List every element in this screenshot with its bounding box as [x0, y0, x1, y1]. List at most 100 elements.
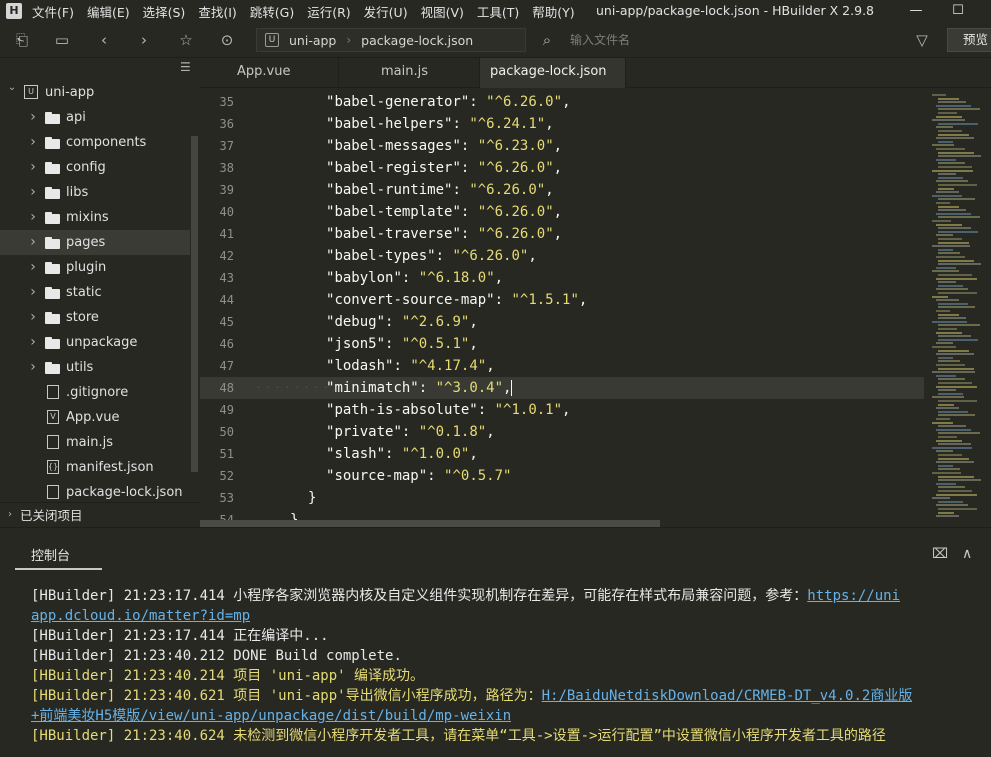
minimap-line — [932, 320, 967, 323]
breadcrumb-file[interactable]: package-lock.json — [361, 33, 473, 48]
log-link[interactable]: app.dcloud.io/matter?id=mp — [31, 608, 250, 624]
line-number: 41 — [219, 227, 234, 241]
minimap-line — [938, 122, 978, 125]
tree-item-api[interactable]: › api — [0, 105, 190, 130]
log-prefix: [HBuilder] 21:23:17.414 — [31, 588, 234, 604]
tree-item-config[interactable]: › config — [0, 155, 190, 180]
tree-item-plugin[interactable]: › plugin — [0, 255, 190, 280]
tree-item-label: main.js — [66, 435, 113, 450]
minimap-line — [938, 508, 977, 510]
tab-main-js[interactable]: main.js — [339, 58, 480, 88]
log-prefix: [HBuilder] 21:23:40.212 — [31, 648, 234, 664]
console-collapse-icon[interactable]: ∧ — [962, 546, 972, 562]
chevron-right-icon: › — [30, 184, 36, 200]
minimap-line — [938, 425, 966, 428]
menu-item[interactable]: 工具(T) — [477, 2, 519, 21]
json-value-text: ^0.1.8 — [427, 424, 478, 440]
closed-projects-section[interactable]: › 已关闭项目 — [0, 502, 200, 526]
log-link[interactable]: +前端美妆H5模版/view/uni-app/unpackage/dist/bu… — [31, 708, 511, 724]
code-text: "json5": "^0.5.1", — [326, 336, 478, 352]
forward-icon[interactable]: › — [134, 30, 154, 50]
folder-icon — [45, 362, 61, 374]
log-link[interactable]: H:/BaiduNetdiskDownload/CRMEB-DT_v4.0.2商… — [542, 688, 913, 704]
tree-item-unpackage[interactable]: › unpackage — [0, 330, 190, 355]
tree-item-main-js[interactable]: main.js — [0, 430, 190, 455]
menu-item[interactable]: 运行(R) — [307, 2, 350, 21]
tree-root-uni-app[interactable]: ⌄ Uuni-app — [0, 80, 190, 105]
log-link[interactable]: https://uni — [807, 588, 900, 604]
minimize-icon[interactable]: — — [904, 1, 928, 21]
line-number: 49 — [219, 403, 234, 417]
chevron-right-icon: › — [30, 309, 36, 325]
run-icon[interactable]: ⊙ — [217, 30, 237, 50]
minimap-line — [936, 482, 956, 485]
folder-icon — [45, 337, 61, 349]
tree-item-package-lock-json[interactable]: package-lock.json — [0, 480, 190, 502]
menu-item[interactable]: 跳转(G) — [250, 2, 294, 21]
maximize-icon[interactable]: ☐ — [946, 1, 970, 21]
tree-item-store[interactable]: › store — [0, 305, 190, 330]
brace: }, — [290, 512, 307, 520]
tree-item-pages[interactable]: › pages — [0, 230, 190, 255]
console-tab[interactable]: 控制台 — [15, 546, 102, 570]
chevron-right-icon: › — [30, 359, 36, 375]
minimap-line — [936, 310, 950, 312]
console-log-line: app.dcloud.io/matter?id=mp — [31, 606, 250, 626]
preview-button[interactable]: 预览 — [947, 28, 991, 52]
tree-item-app-vue[interactable]: V App.vue — [0, 405, 190, 430]
menu-item[interactable]: 视图(V) — [421, 2, 464, 21]
json-key: lodash — [334, 358, 386, 374]
tree-item-gitignore[interactable]: .gitignore — [0, 380, 190, 405]
hbuilder-logo-icon: H — [6, 3, 22, 19]
code-text: · · · · · · · · "minimatch": "^3.0.4", — [256, 377, 513, 399]
console-clear-icon[interactable]: ⌧ — [932, 546, 948, 562]
menu-item[interactable]: 查找(I) — [198, 2, 236, 21]
json-value-text: ^1.0.1 — [503, 402, 554, 418]
menu-item[interactable]: 发行(U) — [364, 2, 408, 21]
breadcrumb-separator-icon: › — [346, 33, 352, 47]
project-icon: U — [24, 85, 38, 99]
menu-item[interactable]: 编辑(E) — [87, 2, 130, 21]
tree-item-utils[interactable]: › utils — [0, 355, 190, 380]
minimap-line — [938, 130, 962, 132]
menu-item[interactable]: 选择(S) — [143, 2, 186, 21]
tab-app-vue[interactable]: App.vue — [200, 58, 339, 88]
breadcrumb-project[interactable]: uni-app — [289, 33, 336, 48]
console-log-line: +前端美妆H5模版/view/uni-app/unpackage/dist/bu… — [31, 706, 511, 726]
tree-item-mixins[interactable]: › mixins — [0, 205, 190, 230]
minimap[interactable] — [928, 88, 991, 526]
editor-horizontal-scrollbar[interactable] — [200, 520, 660, 527]
json-value: "^0.5.1" — [401, 336, 470, 352]
star-icon[interactable]: ☆ — [176, 30, 196, 50]
tree-item-components[interactable]: › components — [0, 130, 190, 155]
code-text: "babel-traverse": "^6.26.0", — [326, 226, 563, 242]
tree-item-label: libs — [66, 185, 89, 200]
tree-item-static[interactable]: › static — [0, 280, 190, 305]
tree-item-libs[interactable]: › libs — [0, 180, 190, 205]
code-editor[interactable]: 35 "babel-generator": "^6.26.0", 36 "babel-… — [200, 88, 924, 520]
sidebar-menu-icon[interactable]: ☰ — [180, 60, 191, 74]
save-icon[interactable]: ▭ — [52, 30, 72, 50]
code-line: 47 "lodash": "^4.17.4", — [200, 355, 924, 377]
tab-package-lock-json[interactable]: package-lock.json — [480, 58, 626, 88]
toolbar: ⎗ ▭ ‹ › ☆ ⊙ U uni-app › package-lock.jso… — [0, 22, 991, 58]
line-number: 35 — [219, 95, 234, 109]
back-icon[interactable]: ‹ — [94, 30, 114, 50]
json-key: convert-source-map — [334, 292, 487, 308]
new-file-icon[interactable]: ⎗ — [12, 30, 32, 50]
json-value: "^6.18.0" — [418, 270, 495, 286]
minimap-line — [932, 220, 951, 222]
minimap-line — [938, 187, 954, 190]
minimap-line — [938, 356, 953, 359]
minimap-line — [938, 392, 963, 395]
tree-item-label: pages — [66, 235, 106, 250]
filter-icon[interactable]: ▽ — [912, 30, 932, 50]
sidebar-scrollbar[interactable] — [191, 136, 198, 472]
menu-item[interactable]: 文件(F) — [32, 2, 74, 21]
log-text: DONE Build complete. — [233, 648, 402, 664]
minimap-line — [938, 151, 974, 154]
tree-item-manifest-json[interactable]: {} manifest.json — [0, 455, 190, 480]
minimap-line — [938, 414, 975, 417]
file-search-input[interactable] — [570, 31, 890, 49]
menu-item[interactable]: 帮助(Y) — [532, 2, 574, 21]
